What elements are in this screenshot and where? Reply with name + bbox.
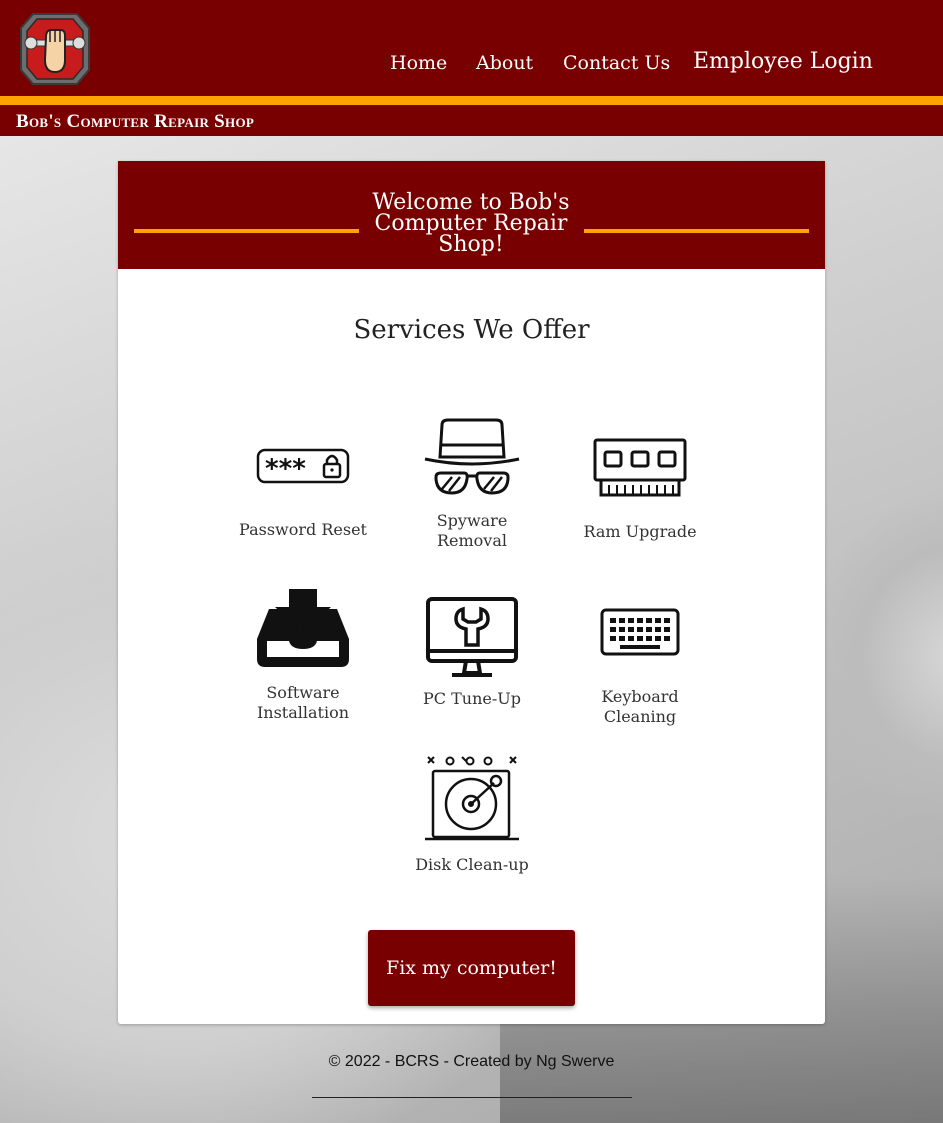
services-heading: Services We Offer — [353, 315, 590, 345]
service-pc-tune-up[interactable]: PC Tune-Up — [387, 597, 557, 709]
service-ram-upgrade[interactable]: Ram Upgrade — [555, 437, 725, 542]
services-card: Welcome to Bob's Computer Repair Shop! S… — [118, 161, 825, 1024]
service-spyware-removal[interactable]: Spyware Removal — [387, 417, 557, 551]
welcome-title: Welcome to Bob's Computer Repair Shop! — [372, 190, 570, 257]
spy-icon — [424, 418, 520, 495]
hard-disk-icon — [425, 756, 519, 841]
service-label: PC Tune-Up — [423, 689, 521, 708]
nav-home[interactable]: Home — [390, 52, 447, 74]
ram-icon — [593, 438, 687, 497]
shop-name: Bob's Computer Repair Shop — [16, 111, 255, 132]
service-label: Password Reset — [239, 520, 367, 539]
card-header: Welcome to Bob's Computer Repair Shop! — [118, 161, 825, 269]
service-keyboard-cleaning[interactable]: Keyboard Cleaning — [555, 607, 725, 727]
service-software-installation[interactable]: Software Installation — [218, 587, 388, 723]
service-label: Keyboard Cleaning — [601, 687, 679, 726]
fix-my-computer-button[interactable]: Fix my computer! — [368, 930, 575, 1006]
download-tray-icon — [257, 589, 349, 667]
logo-icon[interactable] — [19, 10, 91, 88]
service-label: Ram Upgrade — [583, 522, 697, 541]
password-icon: *** — [256, 448, 350, 484]
keyboard-icon — [600, 608, 680, 656]
site-header: Home About Contact Us Employee Login Bob… — [0, 0, 943, 136]
header-divider-right — [584, 229, 809, 233]
monitor-wrench-icon — [426, 597, 518, 677]
nav-contact-us[interactable]: Contact Us — [563, 52, 670, 74]
service-label: Spyware Removal — [436, 511, 508, 550]
header-divider-left — [134, 229, 359, 233]
nav-about[interactable]: About — [476, 52, 533, 74]
service-label: Disk Clean-up — [415, 855, 529, 874]
service-disk-clean-up[interactable]: Disk Clean-up — [387, 755, 557, 875]
svg-text:***: *** — [265, 454, 306, 484]
copyright-text: © 2022 - BCRS - Created by Ng Swerve — [328, 1053, 615, 1070]
header-accent-bar — [0, 96, 943, 105]
service-password-reset[interactable]: *** Password Reset — [218, 446, 388, 540]
service-label: Software Installation — [256, 683, 350, 722]
footer-divider — [312, 1097, 632, 1098]
nav-employee-login[interactable]: Employee Login — [693, 49, 873, 74]
